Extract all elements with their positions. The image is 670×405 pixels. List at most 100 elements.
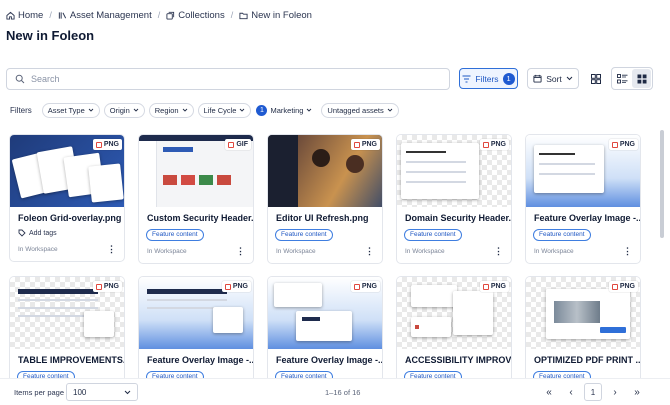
chip-label: Region — [154, 105, 179, 115]
items-per-page-value: 100 — [73, 387, 87, 397]
library-icon — [58, 11, 67, 20]
more-options-icon[interactable]: ⋮ — [365, 246, 374, 257]
asset-title: Foleon Grid-overlay.png — [18, 213, 122, 223]
chip-label: Origin — [109, 105, 130, 115]
asset-footer: In Workspace ⋮ — [268, 241, 382, 263]
chevron-down-icon — [133, 108, 139, 112]
filter-chip-marketing[interactable]: 1 Marketing — [255, 102, 318, 118]
asset-card[interactable]: PNG Feature Overlay Image -... Feature c… — [138, 276, 254, 384]
grid-select-icon — [591, 73, 601, 84]
more-options-icon[interactable]: ⋮ — [494, 246, 503, 257]
list-view-icon — [617, 73, 628, 84]
asset-card[interactable]: PNG Foleon Grid-overlay.png Add tags In … — [9, 134, 125, 262]
asset-card[interactable]: PNG Domain Security Header... Feature co… — [396, 134, 512, 264]
file-type-badge: PNG — [350, 281, 380, 292]
search-bar[interactable] — [6, 68, 450, 90]
asset-card[interactable]: PNG TABLE IMPROVEMENTS... Feature conten… — [9, 276, 125, 384]
tag-icon — [18, 229, 26, 237]
asset-thumbnail: GIF — [139, 135, 253, 207]
breadcrumb-separator: / — [230, 10, 234, 20]
asset-title: OPTIMIZED PDF PRINT ... — [534, 355, 640, 365]
breadcrumb-home[interactable]: Home — [6, 10, 43, 21]
asset-location: In Workspace — [18, 246, 58, 253]
list-view-button[interactable] — [613, 69, 632, 88]
asset-footer: In Workspace ⋮ — [10, 239, 124, 261]
chevron-down-icon — [566, 76, 573, 81]
pager: « ‹ 1 › » — [538, 383, 648, 401]
filter-chip-untagged[interactable]: Untagged assets — [321, 102, 399, 118]
feature-content-tag[interactable]: Feature content — [404, 229, 462, 241]
asset-card[interactable]: PNG ACCESSIBILITY IMPROV... Feature cont… — [396, 276, 512, 384]
chevron-down-icon — [387, 108, 393, 112]
filters-button[interactable]: Filters 1 — [459, 68, 518, 89]
feature-content-tag[interactable]: Feature content — [146, 229, 204, 241]
file-type-badge: PNG — [221, 281, 251, 292]
filter-chip-region[interactable]: Region — [148, 102, 194, 118]
previous-page-icon[interactable]: ‹ — [560, 383, 582, 401]
filters-count-badge: 1 — [502, 72, 515, 85]
asset-title: Feature Overlay Image -... — [534, 213, 640, 223]
asset-footer: In Workspace ⋮ — [397, 241, 511, 263]
asset-footer: In Workspace ⋮ — [139, 241, 253, 263]
image-type-icon — [353, 283, 360, 290]
more-options-icon[interactable]: ⋮ — [623, 246, 632, 257]
file-type-badge: PNG — [350, 139, 380, 150]
items-per-page-label: Items per page — [14, 388, 65, 397]
sort-button[interactable]: Sort — [527, 68, 579, 89]
folder-icon — [239, 11, 248, 20]
select-mode-button[interactable] — [585, 68, 607, 89]
asset-title: TABLE IMPROVEMENTS... — [18, 355, 124, 365]
feature-content-tag[interactable]: Feature content — [533, 229, 591, 241]
file-type-badge: GIF — [225, 139, 251, 150]
breadcrumb: Home / Asset Management / Collections / … — [6, 8, 312, 22]
asset-thumbnail: PNG — [10, 135, 124, 207]
add-tags-label: Add tags — [29, 229, 57, 237]
view-toggle — [611, 67, 653, 90]
chevron-down-icon — [124, 390, 131, 395]
filter-chip-asset-type[interactable]: Asset Type — [41, 102, 100, 118]
items-per-page-select[interactable]: 100 — [66, 383, 138, 401]
asset-card[interactable]: PNG Feature Overlay Image -... Feature c… — [267, 276, 383, 384]
file-type-badge: PNG — [92, 139, 122, 150]
asset-card[interactable]: PNG OPTIMIZED PDF PRINT ... Feature cont… — [525, 276, 641, 384]
search-input[interactable] — [31, 74, 411, 84]
calendar-icon — [533, 74, 542, 83]
more-options-icon[interactable]: ⋮ — [236, 246, 245, 257]
chevron-down-icon — [239, 108, 245, 112]
image-type-icon — [224, 283, 231, 290]
asset-title: Editor UI Refresh.png — [276, 213, 369, 223]
chevron-down-icon — [306, 108, 312, 112]
file-type-badge: PNG — [479, 139, 509, 150]
scrollbar[interactable] — [660, 130, 664, 238]
next-page-icon[interactable]: › — [604, 383, 626, 401]
chip-count-badge: 1 — [256, 104, 268, 116]
first-page-icon[interactable]: « — [538, 383, 560, 401]
chip-label: Life Cycle — [203, 105, 237, 115]
asset-thumbnail: PNG — [268, 277, 382, 349]
filter-chip-origin[interactable]: Origin — [103, 102, 145, 118]
asset-card[interactable]: PNG Editor UI Refresh.png Feature conten… — [267, 134, 383, 264]
grid-view-button[interactable] — [632, 69, 651, 88]
image-type-icon — [228, 141, 235, 148]
asset-card[interactable]: GIF Custom Security Header... Feature co… — [138, 134, 254, 264]
chip-label: Marketing — [270, 105, 304, 115]
asset-location: In Workspace — [405, 248, 445, 255]
asset-title: ACCESSIBILITY IMPROV... — [405, 355, 511, 365]
breadcrumb-label: Collections — [178, 9, 225, 21]
asset-footer: In Workspace ⋮ — [526, 241, 640, 263]
current-page[interactable]: 1 — [584, 383, 602, 401]
feature-content-tag[interactable]: Feature content — [275, 229, 333, 241]
filter-chip-life-cycle[interactable]: Life Cycle — [197, 102, 252, 118]
asset-thumbnail: PNG — [397, 135, 511, 207]
asset-card[interactable]: PNG Feature Overlay Image -... Feature c… — [525, 134, 641, 264]
more-options-icon[interactable]: ⋮ — [107, 244, 116, 255]
filters-button-label: Filters — [475, 73, 499, 84]
last-page-icon[interactable]: » — [626, 383, 648, 401]
breadcrumb-collections[interactable]: Collections — [166, 9, 225, 21]
file-type-badge: PNG — [608, 281, 638, 292]
asset-thumbnail: PNG — [10, 277, 124, 349]
breadcrumb-separator: / — [157, 10, 161, 20]
add-tags-button[interactable]: Add tags — [18, 227, 124, 239]
asset-location: In Workspace — [534, 248, 574, 255]
breadcrumb-asset-management[interactable]: Asset Management — [58, 10, 152, 21]
